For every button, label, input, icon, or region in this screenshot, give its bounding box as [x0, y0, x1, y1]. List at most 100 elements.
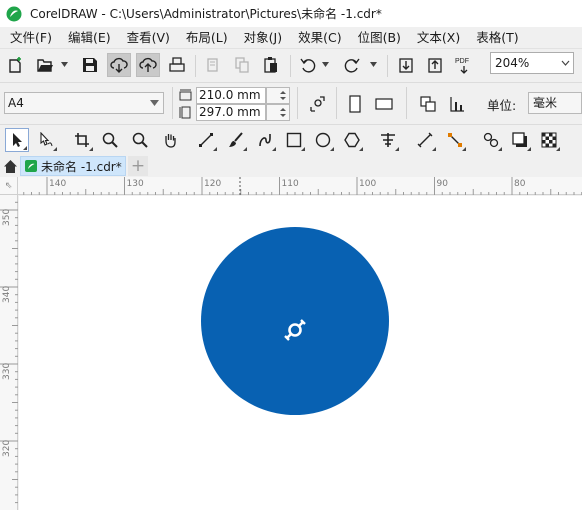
save-button[interactable] — [78, 53, 102, 77]
vertical-ruler[interactable]: 350 340 330 320 — [0, 195, 18, 510]
crop-tool[interactable] — [70, 128, 94, 152]
menu-layout[interactable]: 布局(L) — [181, 27, 233, 48]
ruler-label: 80 — [514, 179, 526, 189]
add-document-tab-button[interactable]: + — [128, 156, 148, 176]
export-button[interactable] — [423, 53, 447, 77]
polygon-icon — [344, 132, 360, 148]
units-select[interactable]: 毫米 — [528, 92, 582, 114]
cut-button[interactable] — [201, 53, 225, 77]
cloud-download-icon — [110, 57, 128, 73]
undo-icon — [300, 58, 316, 73]
page-height-input[interactable]: 297.0 mm — [196, 104, 266, 121]
new-document-button[interactable] — [4, 53, 28, 77]
text-tool[interactable] — [376, 128, 400, 152]
toolbar-separator — [172, 87, 173, 119]
shape-tool[interactable] — [34, 128, 58, 152]
toolbox — [0, 124, 582, 155]
ruler-origin-corner[interactable]: ⇖ — [0, 177, 18, 195]
menu-object[interactable]: 对象(J) — [239, 27, 287, 48]
coreldraw-window: CorelDRAW - C:\Users\Administrator\Pictu… — [0, 0, 582, 510]
toolbar-separator — [336, 87, 337, 119]
all-pages-button[interactable] — [416, 92, 440, 116]
freehand-tool[interactable] — [194, 128, 218, 152]
dimension-line-icon — [417, 132, 433, 148]
page-size-select[interactable]: A4 — [4, 92, 164, 114]
crop-icon — [75, 133, 89, 147]
ellipse-tool[interactable] — [311, 128, 335, 152]
import-button[interactable] — [394, 53, 418, 77]
artistic-media-tool[interactable] — [224, 128, 248, 152]
drawing-canvas[interactable] — [19, 196, 582, 510]
zoom-tool[interactable] — [98, 128, 122, 152]
pan-tool[interactable] — [158, 128, 182, 152]
paste-button[interactable] — [259, 53, 283, 77]
menu-table[interactable]: 表格(T) — [471, 27, 523, 48]
connector-tool[interactable] — [443, 128, 467, 152]
ruler-label: 140 — [49, 179, 66, 189]
cloud-upload-button[interactable] — [136, 53, 160, 77]
page-height-spinner[interactable] — [266, 104, 290, 121]
landscape-button[interactable] — [372, 92, 396, 116]
brush-icon — [229, 132, 243, 147]
import-icon — [399, 58, 413, 73]
page-options-button[interactable] — [305, 92, 329, 116]
publish-pdf-button[interactable]: PDF — [452, 53, 476, 77]
redo-dropdown-icon[interactable] — [370, 62, 377, 67]
dimension-tool[interactable] — [413, 128, 437, 152]
menu-bar: 文件(F) 编辑(E) 查看(V) 布局(L) 对象(J) 效果(C) 位图(B… — [0, 27, 582, 48]
undo-dropdown-icon[interactable] — [322, 62, 329, 67]
page-width-spinner[interactable] — [266, 87, 290, 104]
spinner-arrows-icon — [280, 108, 286, 117]
rectangle-tool[interactable] — [282, 128, 306, 152]
page-height-icon — [179, 106, 191, 119]
menu-file[interactable]: 文件(F) — [0, 27, 57, 48]
document-tab[interactable]: 未命名 -1.cdr* — [20, 156, 126, 176]
zoom-dropdown-button[interactable] — [558, 52, 574, 74]
ruler-label: 100 — [359, 179, 376, 189]
cloud-download-button[interactable] — [107, 53, 131, 77]
zoom-icon — [102, 132, 118, 148]
landscape-page-icon — [375, 98, 393, 110]
toolbar-separator — [387, 55, 388, 77]
home-tab[interactable] — [0, 156, 20, 176]
rectangle-icon — [286, 132, 302, 148]
object-center-marker-icon[interactable] — [282, 317, 308, 343]
ruler-label: 320 — [2, 440, 12, 457]
zoom-level-field[interactable]: 204% — [490, 52, 559, 74]
copy-button[interactable] — [230, 53, 254, 77]
current-page-icon — [450, 97, 464, 112]
polygon-tool[interactable] — [340, 128, 364, 152]
drop-shadow-icon — [512, 132, 527, 147]
blend-tool[interactable] — [479, 128, 503, 152]
page-width-input[interactable]: 210.0 mm — [196, 87, 266, 104]
open-button[interactable] — [33, 53, 57, 77]
pick-tool[interactable] — [5, 128, 29, 152]
horizontal-ruler[interactable]: 140 130 120 110 100 90 80 — [18, 177, 582, 195]
undo-button[interactable] — [296, 53, 320, 77]
redo-button[interactable] — [340, 53, 364, 77]
current-page-button[interactable] — [445, 92, 469, 116]
print-button[interactable] — [165, 53, 189, 77]
connector-icon — [448, 133, 462, 147]
window-title: CorelDRAW - C:\Users\Administrator\Pictu… — [30, 7, 382, 21]
zoom-out-tool[interactable] — [128, 128, 152, 152]
transparency-tool[interactable] — [537, 128, 561, 152]
menu-effects[interactable]: 效果(C) — [293, 27, 346, 48]
menu-text[interactable]: 文本(X) — [412, 27, 465, 48]
menu-view[interactable]: 查看(V) — [122, 27, 175, 48]
pdf-label: PDF — [455, 58, 469, 65]
menu-edit[interactable]: 编辑(E) — [63, 27, 116, 48]
ruler-label: 330 — [2, 363, 12, 380]
open-dropdown-icon[interactable] — [61, 62, 68, 67]
drop-shadow-tool[interactable] — [508, 128, 532, 152]
portrait-button[interactable] — [343, 92, 367, 116]
menu-bitmaps[interactable]: 位图(B) — [353, 27, 406, 48]
paste-icon — [264, 57, 277, 73]
pdf-icon: PDF — [455, 58, 469, 74]
ellipse-icon — [315, 132, 331, 148]
pen-tool[interactable] — [253, 128, 277, 152]
coreldraw-logo-icon — [6, 6, 22, 21]
document-tab-bar: 未命名 -1.cdr* + — [0, 155, 582, 176]
toolbar-separator — [195, 55, 196, 77]
document-tab-label: 未命名 -1.cdr* — [41, 159, 122, 174]
